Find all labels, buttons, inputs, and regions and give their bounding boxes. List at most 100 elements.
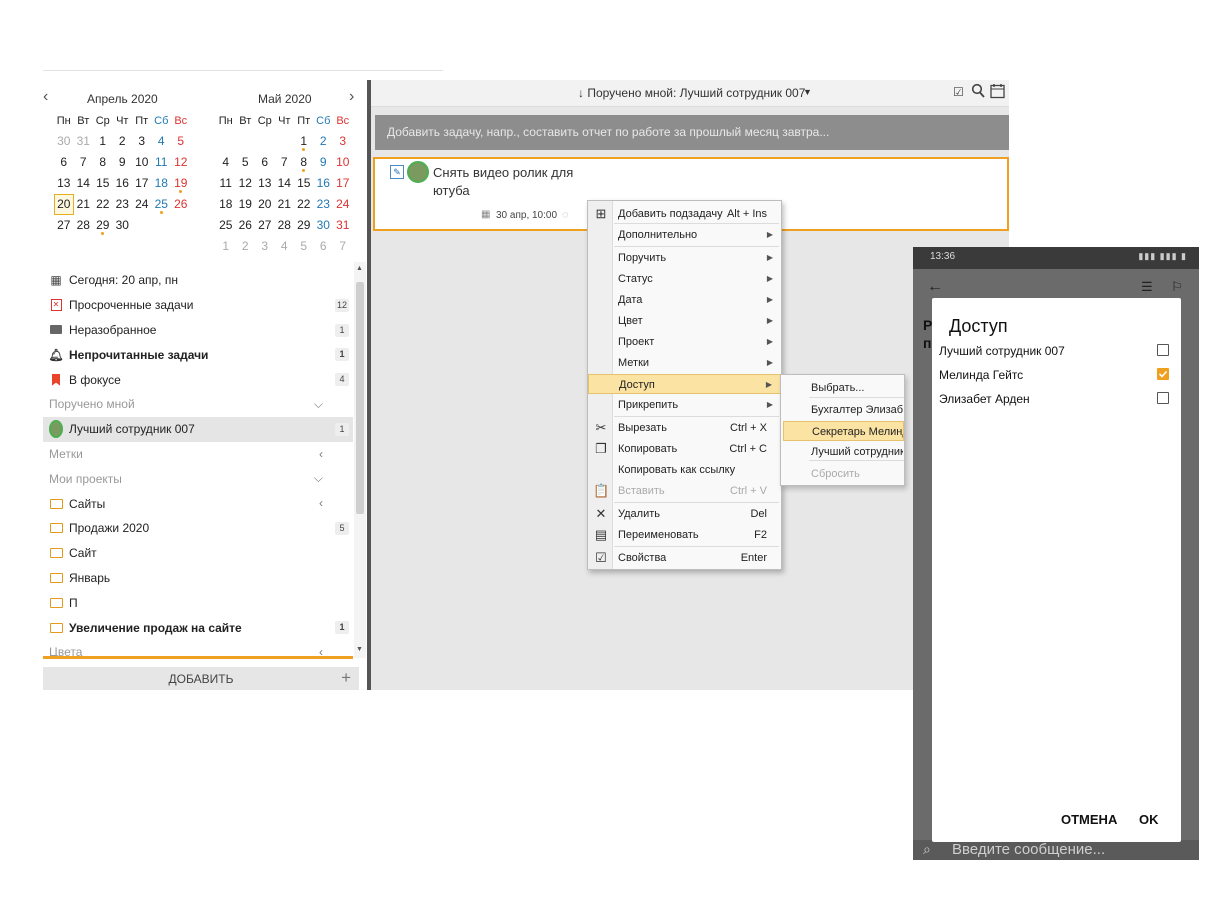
april-day-cell[interactable]: 8 [93,152,113,173]
may-day-cell[interactable]: 26 [236,215,256,236]
april-day-cell[interactable]: 12 [171,152,191,173]
ok-button[interactable]: OK [1139,812,1159,827]
sidebar-item[interactable]: Сайт [43,541,353,566]
calendar-view-icon[interactable] [990,83,1005,102]
phone-message-bar[interactable]: ⌕ Введите сообщение... [913,840,1199,860]
next-month-arrow-icon[interactable]: › [349,88,354,106]
menu-item[interactable]: Копировать Ctrl + C [614,439,781,459]
comment-icon[interactable]: ◌ [562,209,569,221]
chevron-icon[interactable]: ‹ [319,496,323,510]
access-option[interactable]: Лучший сотрудник 007 [932,343,1181,367]
sidebar-scrollbar-thumb[interactable] [356,282,364,514]
menu-item[interactable]: Дополнительно ▶ [614,225,781,245]
menu-item[interactable]: Метки ▶ [614,353,781,373]
may-day-cell[interactable]: 7 [333,236,353,257]
may-day-cell[interactable]: 3 [333,131,353,152]
sidebar-item[interactable]: 🔔︎ Непрочитанные задачи 1 [43,342,353,367]
april-day-cell[interactable]: 20 [54,194,74,215]
menu-item[interactable]: Свойства Enter [614,548,781,568]
chevron-icon[interactable]: ⌵ [314,397,323,412]
menu-item[interactable]: Удалить Del [614,504,781,524]
menu-item[interactable]: Копировать как ссылку [614,460,781,480]
wrench-icon[interactable]: ✎ [390,165,404,179]
may-day-cell[interactable]: 3 [255,236,275,257]
april-day-cell[interactable]: 14 [74,173,94,194]
april-day-cell[interactable]: 30 [113,215,133,236]
sidebar-item[interactable]: Увеличение продаж на сайте 1 [43,615,353,640]
may-day-cell[interactable]: 29 [294,215,314,236]
may-day-cell[interactable]: 2 [314,131,334,152]
april-day-cell[interactable]: 3 [132,131,152,152]
menu-item[interactable]: Дата ▶ [614,290,781,310]
april-day-cell[interactable]: 6 [54,152,74,173]
may-day-cell[interactable]: 25 [216,215,236,236]
may-day-cell[interactable]: 9 [314,152,334,173]
april-day-cell[interactable]: 16 [113,173,133,194]
access-checkbox[interactable] [1157,344,1169,356]
may-day-cell[interactable]: 11 [216,173,236,194]
sidebar-item[interactable]: Продажи 2020 5 [43,516,353,541]
may-day-cell[interactable]: 1 [294,131,314,152]
sidebar-item[interactable]: Сайты ‹ [43,491,353,516]
may-day-cell[interactable]: 14 [275,173,295,194]
april-day-cell[interactable]: 28 [74,215,94,236]
access-checkbox[interactable] [1157,392,1169,404]
access-option[interactable]: Мелинда Гейтс [932,367,1181,391]
menu-item[interactable]: Статус ▶ [614,269,781,289]
may-day-cell[interactable]: 5 [236,152,256,173]
sidebar-item[interactable]: Цвета ‹ [43,640,353,665]
assignee-avatar[interactable] [407,161,429,183]
may-day-cell[interactable]: 15 [294,173,314,194]
view-dropdown-icon[interactable]: ▼ [803,87,812,97]
may-day-cell[interactable]: 22 [294,194,314,215]
plus-icon[interactable]: + [341,668,351,688]
april-day-cell[interactable]: 21 [74,194,94,215]
april-day-cell[interactable]: 10 [132,152,152,173]
april-day-cell[interactable]: 18 [152,173,172,194]
menu-item[interactable]: Цвет ▶ [614,311,781,331]
may-day-cell[interactable]: 31 [333,215,353,236]
sidebar-item[interactable]: Неразобранное 1 [43,318,353,343]
april-day-cell[interactable]: 11 [152,152,172,173]
chevron-icon[interactable]: ‹ [319,447,323,461]
task-title-line2[interactable]: ютуба [433,183,470,198]
sidebar-item[interactable]: Январь [43,566,353,591]
phone-back-icon[interactable]: ← [927,278,943,296]
april-day-cell[interactable]: 27 [54,215,74,236]
may-day-cell[interactable]: 6 [314,236,334,257]
submenu-item[interactable]: Секретарь Мелинда [783,421,904,441]
april-day-cell[interactable]: 4 [152,131,172,152]
may-day-cell[interactable]: 6 [255,152,275,173]
april-day-cell[interactable]: 31 [74,131,94,152]
scroll-down-icon[interactable]: ▼ [356,646,363,653]
april-day-cell[interactable]: 23 [113,194,133,215]
april-day-cell[interactable]: 24 [132,194,152,215]
may-day-cell[interactable]: 19 [236,194,256,215]
may-day-cell[interactable]: 18 [216,194,236,215]
scroll-up-icon[interactable]: ▲ [356,265,363,272]
april-day-cell[interactable]: 13 [54,173,74,194]
menu-item[interactable]: Поручить ▶ [614,248,781,268]
april-day-cell[interactable]: 25 [152,194,172,215]
april-day-cell[interactable]: 5 [171,131,191,152]
may-day-cell[interactable]: 24 [333,194,353,215]
add-button[interactable]: ДОБАВИТЬ + [43,667,359,690]
may-day-cell[interactable]: 30 [314,215,334,236]
april-day-cell[interactable]: 9 [113,152,133,173]
april-day-cell[interactable]: 1 [93,131,113,152]
submenu-item[interactable]: Выбрать... [811,378,903,398]
phone-bookmark-icon[interactable]: ⚐ [1171,279,1183,295]
prev-month-arrow-icon[interactable]: ‹ [43,88,48,106]
may-day-cell[interactable]: 27 [255,215,275,236]
may-day-cell[interactable]: 28 [275,215,295,236]
access-option[interactable]: Элизабет Арден [932,391,1181,415]
menu-item[interactable]: Переименовать F2 [614,525,781,545]
april-day-cell[interactable]: 30 [54,131,74,152]
may-day-cell[interactable]: 21 [275,194,295,215]
menu-item[interactable]: Доступ ▶ [588,374,781,394]
may-day-cell[interactable]: 5 [294,236,314,257]
april-day-cell[interactable]: 7 [74,152,94,173]
may-day-cell[interactable]: 1 [216,236,236,257]
april-day-cell[interactable]: 17 [132,173,152,194]
may-day-cell[interactable]: 10 [333,152,353,173]
